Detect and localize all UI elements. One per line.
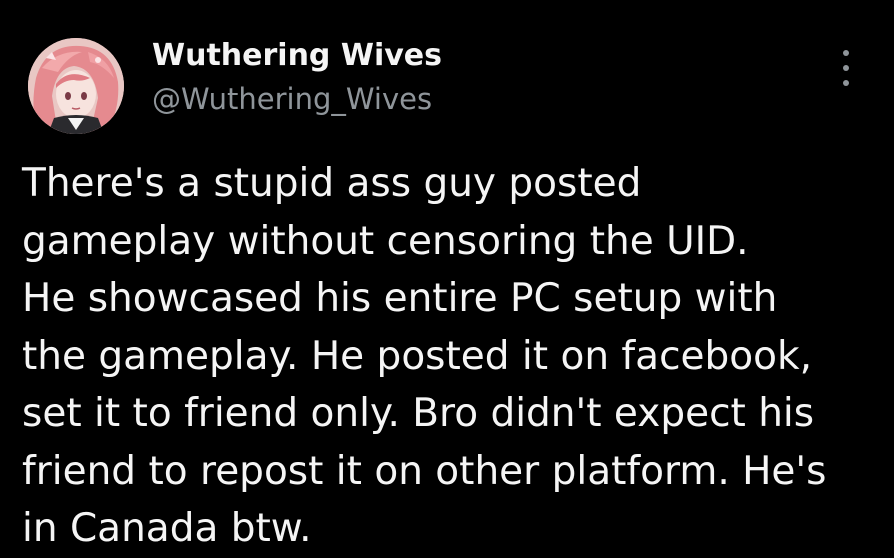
avatar[interactable]: [28, 38, 124, 134]
tweet-card: Wuthering Wives @Wuthering_Wives There's…: [0, 0, 894, 551]
ellipsis-dot: [843, 65, 849, 71]
ellipsis-dot: [843, 80, 849, 86]
post-text-line: the gameplay. He posted it on facebook,: [22, 333, 812, 379]
vertical-ellipsis-icon[interactable]: [836, 50, 856, 86]
author-display-name[interactable]: Wuthering Wives: [152, 36, 442, 76]
post-text-line: There's a stupid ass guy posted: [22, 161, 642, 206]
ellipsis-dot: [843, 50, 849, 56]
post-text-line: He showcased his entire PC setup with: [22, 276, 778, 321]
post-text-line: friend to repost it on other platform. H…: [22, 448, 827, 494]
post-text-line: gameplay without censoring the UID.: [22, 218, 749, 264]
post-text-line: set it to friend only. Bro didn't expect…: [22, 391, 815, 436]
author-handle[interactable]: @Wuthering_Wives: [152, 80, 432, 118]
anime-character-avatar-icon: [28, 38, 124, 134]
post-text: There's a stupid ass guy posted gameplay…: [22, 155, 882, 558]
